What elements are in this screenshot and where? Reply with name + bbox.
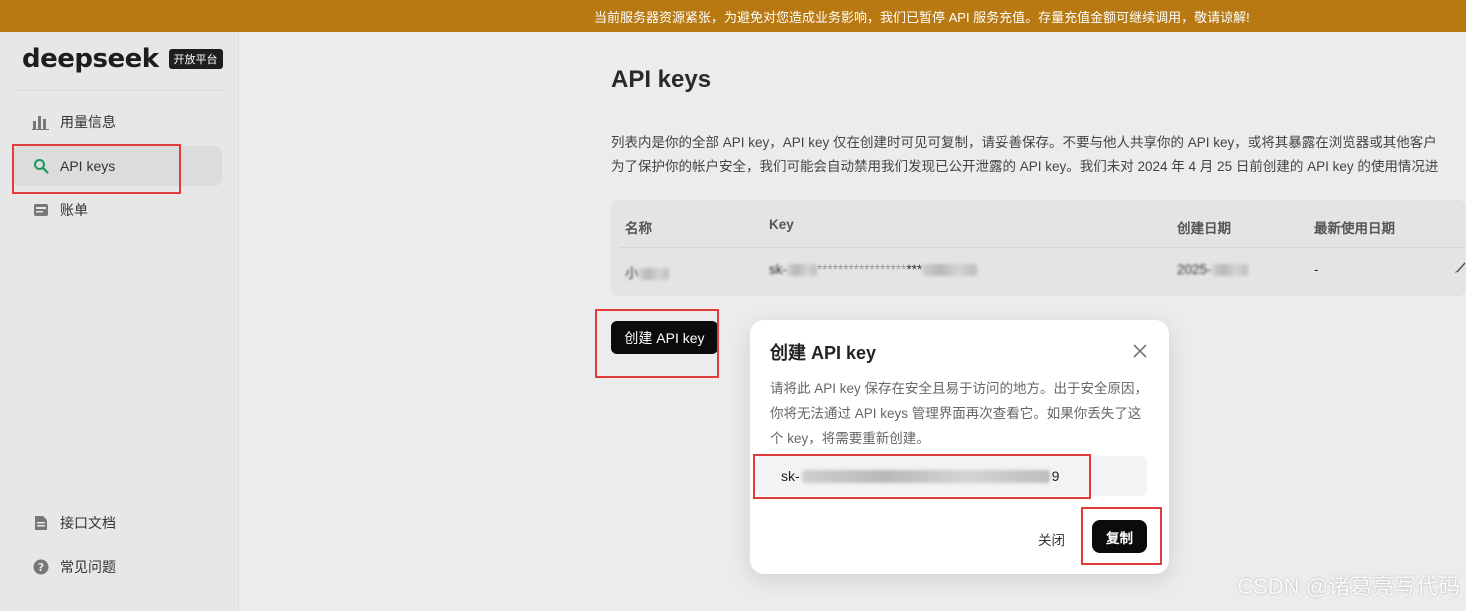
logo[interactable]: deepseek 开放平台 xyxy=(22,44,223,74)
sidebar-item-label: 常见问题 xyxy=(60,559,116,575)
create-api-key-button[interactable]: 创建 API key xyxy=(611,321,718,354)
sidebar-item-label: 接口文档 xyxy=(60,515,116,531)
column-header-key: Key xyxy=(769,217,794,232)
redacted-text xyxy=(787,264,817,277)
dialog-title: 创建 API key xyxy=(770,343,877,363)
help-icon: ? xyxy=(32,558,50,576)
sidebar-item-faq[interactable]: ? 常见问题 xyxy=(12,547,222,587)
key-suffix: 9 xyxy=(1051,468,1060,484)
key-prefix: sk- xyxy=(781,468,800,484)
key-prefix: sk- xyxy=(769,262,787,277)
bar-chart-icon xyxy=(32,113,50,131)
close-button[interactable]: 关闭 xyxy=(1038,529,1065,549)
column-header-last-used: 最新使用日期 xyxy=(1314,221,1395,236)
platform-badge: 开放平台 xyxy=(168,49,223,69)
api-keys-table: 名称 Key 创建日期 最新使用日期 小 sk- ****************… xyxy=(611,200,1466,296)
last-used-cell: - xyxy=(1314,262,1319,277)
key-name: 小 xyxy=(625,266,639,281)
redacted-text xyxy=(1211,264,1248,277)
page-title: API keys xyxy=(611,66,712,93)
column-header-name: 名称 xyxy=(625,221,652,236)
created-date-cell: 2025- xyxy=(1177,262,1248,277)
brand-name: deepseek xyxy=(22,44,159,74)
watermark: CSDN @诸葛亮写代码 xyxy=(1237,574,1460,599)
sidebar-item-label: API keys xyxy=(60,158,116,174)
sidebar-item-label: 用量信息 xyxy=(60,114,116,130)
divider xyxy=(12,90,224,91)
key-mask: ***************** xyxy=(817,262,907,277)
description-line: 为了保护你的帐户安全，我们可能会自动禁用我们发现已公开泄露的 API key。我… xyxy=(611,159,1439,174)
column-header-created: 创建日期 xyxy=(1177,221,1231,236)
created-date: 2025- xyxy=(1177,262,1212,277)
sidebar: deepseek 开放平台 用量信息 API keys 账单 接口文档 ? 常见… xyxy=(0,32,238,611)
api-keys-description: 列表内是你的全部 API key，API key 仅在创建时可见可复制，请妥善保… xyxy=(611,131,1466,179)
redacted-key xyxy=(801,469,1050,483)
masked-key-cell: sk- ******************** xyxy=(769,262,978,277)
generated-key-field[interactable]: sk- 9 xyxy=(755,456,1147,496)
document-icon xyxy=(32,514,50,532)
description-line: 列表内是你的全部 API key，API key 仅在创建时可见可复制，请妥善保… xyxy=(611,135,1437,150)
service-notice-banner: 当前服务器资源紧张，为避免对您造成业务影响，我们已暂停 API 服务充值。存量充… xyxy=(0,0,1466,32)
redacted-text xyxy=(922,264,978,277)
edit-icon[interactable] xyxy=(1454,260,1466,279)
divider xyxy=(619,247,1466,248)
copy-button[interactable]: 复制 xyxy=(1092,520,1147,553)
sidebar-item-docs[interactable]: 接口文档 xyxy=(12,503,222,543)
key-name-cell: 小 xyxy=(625,262,669,282)
create-api-key-dialog: 创建 API key 请将此 API key 保存在安全且易于访问的地方。出于安… xyxy=(750,320,1169,574)
search-key-icon xyxy=(32,157,50,175)
sidebar-item-api-keys[interactable]: API keys xyxy=(12,146,222,186)
sidebar-item-billing[interactable]: 账单 xyxy=(12,190,222,230)
banner-text: 当前服务器资源紧张，为避免对您造成业务影响，我们已暂停 API 服务充值。存量充… xyxy=(594,9,1250,25)
wallet-icon xyxy=(32,201,50,219)
sidebar-item-usage[interactable]: 用量信息 xyxy=(12,102,222,142)
svg-text:?: ? xyxy=(38,561,44,574)
dialog-message: 请将此 API key 保存在安全且易于访问的地方。出于安全原因，你将无法通过 … xyxy=(770,381,1149,446)
key-mask-tail: *** xyxy=(906,262,923,277)
sidebar-item-label: 账单 xyxy=(60,202,88,218)
close-icon[interactable] xyxy=(1131,342,1149,360)
redacted-text xyxy=(638,268,669,281)
